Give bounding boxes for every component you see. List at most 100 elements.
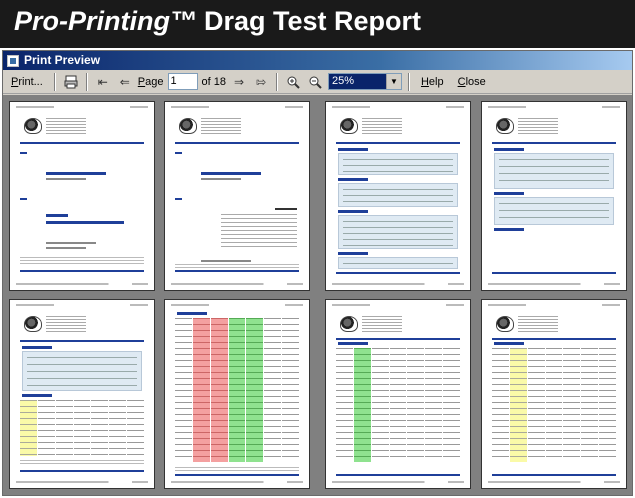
address-block <box>362 316 402 334</box>
page-header <box>16 106 148 109</box>
zoom-value: 25% <box>328 74 386 89</box>
data-table <box>492 348 617 462</box>
page-footer <box>488 283 620 285</box>
close-button[interactable]: Close <box>452 72 491 91</box>
data-table <box>336 348 461 462</box>
first-page-icon[interactable]: ⇤ <box>94 73 112 91</box>
info-box <box>338 183 458 207</box>
blue-rule <box>336 272 460 274</box>
page-footer <box>332 481 464 483</box>
logo-image <box>179 118 197 134</box>
blue-rule <box>20 470 144 472</box>
page-header <box>332 304 464 307</box>
info-box <box>338 215 458 249</box>
text-line <box>46 242 96 244</box>
report-banner: Pro-Printing™ Drag Test Report <box>0 0 635 48</box>
window-title: Print Preview <box>24 53 101 67</box>
contents-heading <box>275 208 297 210</box>
page-header <box>332 106 464 109</box>
next-page-icon[interactable]: ⇒ <box>230 73 248 91</box>
zoom-out-icon[interactable] <box>306 73 324 91</box>
section-header <box>338 148 368 151</box>
toolbar-separator <box>53 72 56 91</box>
prev-page-icon[interactable]: ⇐ <box>116 73 134 91</box>
page-footer <box>171 283 303 285</box>
info-box <box>338 153 458 175</box>
page-thumbnail-4[interactable] <box>481 101 627 291</box>
zoom-select[interactable]: 25% ▼ <box>327 73 402 90</box>
section-header <box>338 210 368 213</box>
report-title-bar <box>46 172 106 175</box>
blue-rule <box>175 474 299 476</box>
blue-rule <box>336 338 460 340</box>
page-thumbnail-2[interactable] <box>164 101 310 291</box>
page-footer <box>16 481 148 483</box>
printer-setup-icon[interactable] <box>62 73 80 91</box>
banner-title: Pro-Printing™ Drag Test Report <box>14 6 421 37</box>
page-thumbnail-3[interactable] <box>325 101 471 291</box>
section-header <box>22 346 52 349</box>
page-header <box>171 304 303 307</box>
fine-print <box>20 257 144 265</box>
address-block <box>46 118 86 136</box>
section-header <box>494 192 524 195</box>
dropdown-arrow-icon[interactable]: ▼ <box>385 74 401 89</box>
text-line <box>46 247 86 249</box>
preview-toolbar: Print... ⇤ ⇐ Page 1 of 18 ⇒ ⇰ 25% ▼ Help… <box>3 70 632 94</box>
banner-rest: Drag Test Report <box>204 6 422 36</box>
contents-list <box>221 214 297 250</box>
blue-rule <box>20 340 144 342</box>
section-marker <box>20 152 27 154</box>
page-label: Page <box>137 75 164 88</box>
page-thumbnail-7[interactable] <box>325 299 471 489</box>
vehicle-title-bar <box>46 214 68 217</box>
print-preview-window: Print Preview Print... ⇤ ⇐ Page 1 of 18 … <box>2 50 633 496</box>
address-block <box>518 316 558 334</box>
page-footer <box>171 481 303 483</box>
section-header <box>338 178 368 181</box>
page-header <box>488 106 620 109</box>
page-thumbnail-8[interactable] <box>481 299 627 489</box>
page-thumbnail-5[interactable] <box>9 299 155 489</box>
logo-image <box>340 316 358 332</box>
last-page-icon[interactable]: ⇰ <box>252 73 270 91</box>
section-header <box>494 228 524 231</box>
blue-rule <box>492 474 616 476</box>
info-box <box>338 257 458 269</box>
address-block <box>518 118 558 136</box>
section-header <box>494 342 524 345</box>
section-header <box>494 148 524 151</box>
preview-area[interactable] <box>3 95 632 495</box>
text-line <box>201 178 241 180</box>
fine-print <box>20 460 144 466</box>
print-button[interactable]: Print... <box>6 72 48 91</box>
section-header <box>338 252 368 255</box>
blue-rule <box>175 270 299 272</box>
page-footer <box>488 481 620 483</box>
page-thumbnail-6[interactable] <box>164 299 310 489</box>
address-block <box>46 316 86 334</box>
page-number-input[interactable]: 1 <box>167 73 198 90</box>
vehicle-name-bar <box>46 221 124 224</box>
toolbar-separator <box>275 72 278 91</box>
toolbar-separator <box>85 72 88 91</box>
info-box <box>494 197 614 225</box>
fine-print <box>175 467 299 472</box>
page-count-label: of 18 <box>201 75 226 88</box>
section-marker <box>20 198 27 200</box>
data-table <box>20 400 145 456</box>
info-box <box>494 153 614 189</box>
toolbar-separator <box>407 72 410 91</box>
blue-rule <box>492 338 616 340</box>
blue-rule <box>492 142 616 144</box>
logo-image <box>496 316 514 332</box>
blue-rule <box>336 142 460 144</box>
fine-print <box>175 264 299 269</box>
zoom-in-icon[interactable] <box>284 73 302 91</box>
help-button[interactable]: Help <box>415 72 449 91</box>
page-header <box>16 304 148 307</box>
report-title-bar <box>201 172 261 175</box>
page-thumbnail-1[interactable] <box>9 101 155 291</box>
window-titlebar[interactable]: Print Preview <box>3 51 632 70</box>
section-header <box>177 312 207 315</box>
